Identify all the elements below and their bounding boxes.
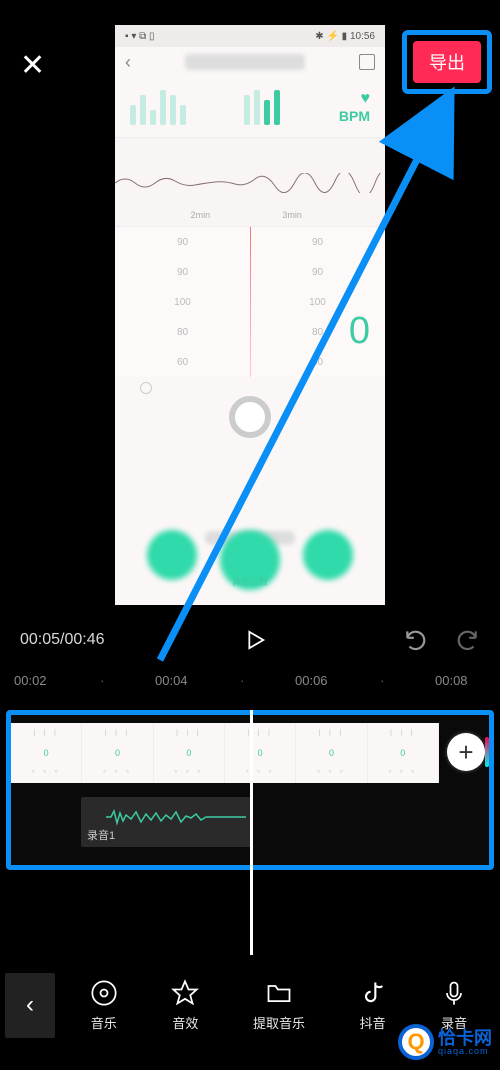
tiktok-strip-icon [485, 737, 489, 767]
tool-label: 提取音乐 [253, 1013, 305, 1032]
tool-tiktok[interactable]: 抖音 [359, 979, 387, 1032]
timeline-highlight: | | |0° ° ° | | |0° ° ° | | |0° ° ° | | … [6, 710, 494, 870]
clip-thumb[interactable]: | | |0° ° ° [82, 723, 153, 783]
bpm-label: BPM [339, 108, 370, 124]
tool-label: 抖音 [360, 1013, 386, 1032]
scale-section: 90 90 100 80 60 90 90 100 80 60 0 [115, 227, 385, 377]
mic-icon [440, 979, 468, 1007]
playhead[interactable] [250, 710, 253, 955]
axis-label: 3min [282, 210, 302, 220]
clip-thumb[interactable]: | | |0° ° ° [225, 723, 296, 783]
tiktok-icon [359, 979, 387, 1007]
bar-chart-icon [130, 90, 186, 125]
ruler-tick: 00:02 [14, 673, 47, 688]
tool-music[interactable]: 音乐 [90, 979, 118, 1032]
folder-icon [265, 979, 293, 1007]
play-button[interactable] [240, 626, 268, 654]
bottom-actions: 算练回数 [115, 530, 385, 590]
caption: 算练回数 [232, 575, 268, 588]
watermark-logo-icon: Q [398, 1024, 434, 1060]
ruler-tick: 00:06 [295, 673, 328, 688]
waveform-section: 2min 3min [115, 137, 385, 227]
bar-chart-icon [244, 90, 280, 125]
tool-label: 音乐 [91, 1013, 117, 1032]
playback-time: 00:05/00:46 [20, 631, 105, 649]
action-blob [303, 530, 353, 580]
toolbar-back-button[interactable]: ‹ [5, 973, 55, 1038]
tool-label: 音效 [172, 1013, 198, 1032]
export-highlight: 导出 [402, 30, 492, 94]
main-value: 0 [349, 310, 370, 353]
watermark-url: qiaqa.com [438, 1047, 492, 1056]
record-control [115, 377, 385, 457]
music-icon [90, 979, 118, 1007]
video-track[interactable]: | | |0° ° ° | | |0° ° ° | | |0° ° ° | | … [11, 723, 439, 783]
undo-button[interactable] [403, 627, 429, 653]
record-ring-icon [229, 396, 271, 438]
add-clip-button[interactable]: + [447, 733, 485, 771]
clip-thumb[interactable]: | | |0° ° ° [154, 723, 225, 783]
video-preview[interactable]: ▪ ▾ ⧉ ▯ ✱ ⚡ ▮ 10:56 ‹ ♥ BPM 2min 3min [115, 25, 385, 605]
watermark: Q 恰卡网 qiaqa.com [398, 1024, 492, 1060]
axis-label: 2min [191, 210, 211, 220]
tool-sound-effect[interactable]: 音效 [171, 979, 199, 1032]
clip-thumb[interactable]: | | |0° ° ° [368, 723, 439, 783]
audio-label: 录音1 [87, 827, 245, 843]
small-circle-icon [140, 382, 152, 394]
close-button[interactable]: ✕ [20, 48, 45, 83]
ruler-tick: 00:08 [435, 673, 468, 688]
clip-thumb[interactable]: | | |0° ° ° [11, 723, 82, 783]
watermark-name: 恰卡网 [438, 1029, 492, 1047]
ruler-tick: 00:04 [155, 673, 188, 688]
star-icon [171, 979, 199, 1007]
tool-extract-music[interactable]: 提取音乐 [253, 979, 305, 1032]
clip-thumb[interactable]: | | |0° ° ° [296, 723, 367, 783]
action-blob [147, 530, 197, 580]
time-ruler[interactable]: 00:02 · 00:04 · 00:06 · 00:08 [0, 665, 500, 695]
export-button[interactable]: 导出 [413, 41, 481, 83]
waveform-icon [106, 807, 246, 827]
audio-clip[interactable]: 录音1 [81, 797, 251, 847]
redo-button[interactable] [454, 627, 480, 653]
heart-icon: ♥ [361, 90, 371, 108]
